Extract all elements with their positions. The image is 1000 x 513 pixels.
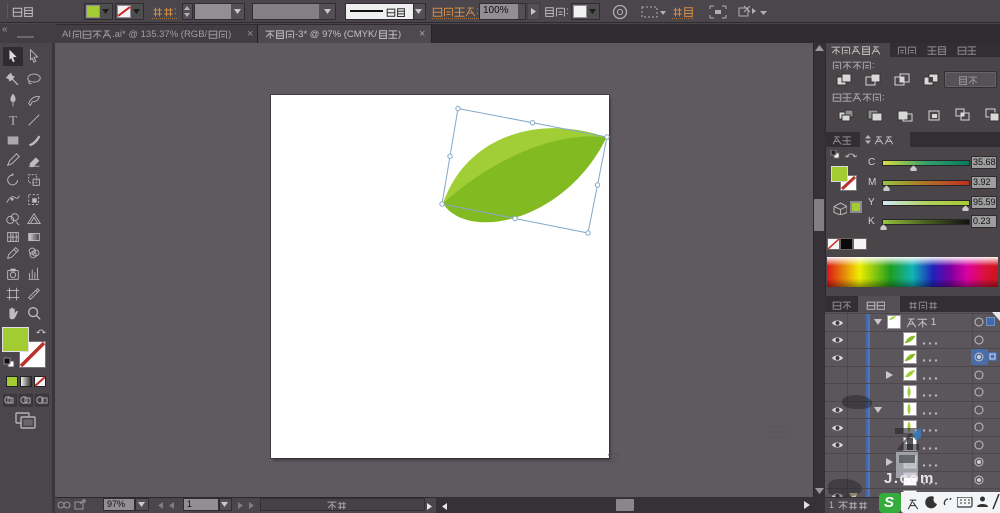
svg-text:T: T xyxy=(9,113,17,127)
